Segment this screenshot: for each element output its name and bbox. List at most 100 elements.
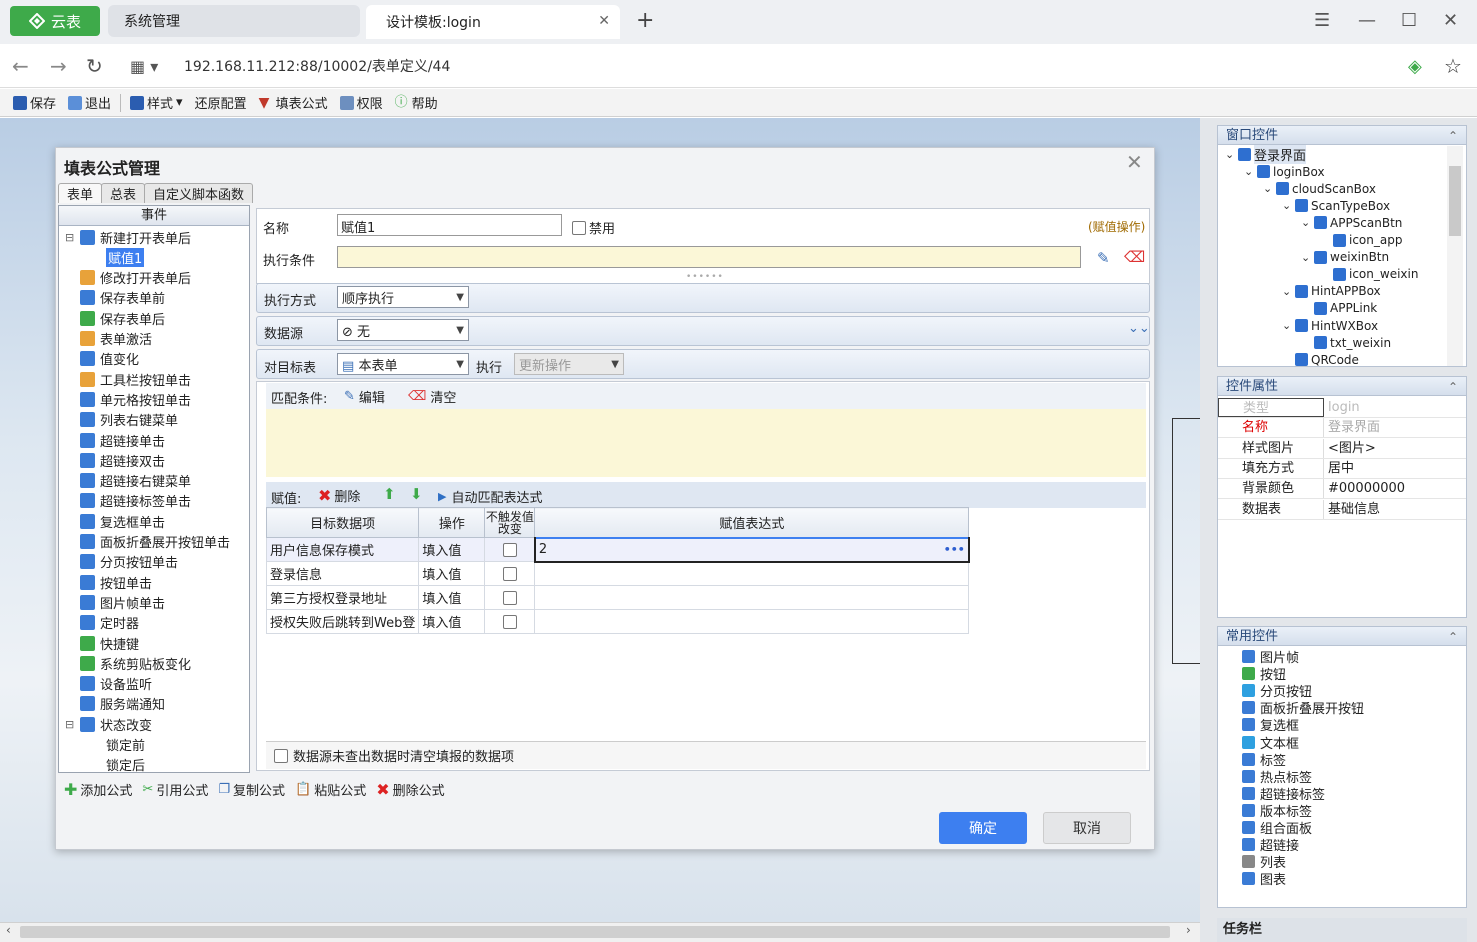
disable-checkbox[interactable]: 禁用 — [572, 218, 615, 237]
tab-custom-script[interactable]: 自定义脚本函数 — [144, 183, 254, 203]
event-item[interactable]: 定时器 — [80, 613, 139, 633]
reference-formula-button[interactable]: ✂ 引用公式 — [142, 780, 208, 799]
property-row[interactable]: 填充方式 居中 — [1218, 458, 1466, 479]
target-item-cell[interactable]: 用户信息保存模式 — [265, 537, 420, 562]
tree-node[interactable]: ⌄ HintAPPBox — [1282, 283, 1381, 300]
tree-node[interactable]: ⌄ 登录界面 — [1225, 145, 1307, 164]
event-item[interactable]: 面板折叠展开按钮单击 — [80, 532, 230, 552]
extension-icon[interactable]: ◈ — [1408, 56, 1422, 77]
style-button[interactable]: 样式 ▾ — [125, 93, 188, 112]
tab-close-icon[interactable]: ✕ — [598, 13, 610, 29]
common-control-item[interactable]: 复选框 — [1242, 716, 1299, 734]
scrollbar-thumb[interactable] — [20, 926, 1170, 938]
match-edit-button[interactable]: ✎ 编辑 — [344, 387, 385, 406]
tree-node[interactable]: icon_app — [1320, 232, 1402, 249]
tree-node[interactable]: ⌄ HintWXBox — [1282, 317, 1378, 334]
event-item[interactable]: 超链接双击 — [80, 450, 165, 470]
event-item[interactable]: 保存表单后 — [80, 308, 165, 328]
save-button[interactable]: 保存 — [8, 93, 61, 112]
table-row[interactable]: 登录信息 填入值 — [265, 561, 970, 586]
property-row[interactable]: 样式图片 <图片> — [1218, 438, 1466, 459]
event-item[interactable]: ⊟ 状态改变 — [65, 714, 152, 734]
collapse-icon[interactable]: ⌃ — [1448, 377, 1458, 397]
datasource-select[interactable]: ⊘ 无 ▼ — [337, 319, 469, 341]
common-control-item[interactable]: 按钮 — [1242, 665, 1286, 683]
common-control-item[interactable]: 热点标签 — [1242, 768, 1312, 786]
no-trigger-checkbox[interactable] — [502, 542, 517, 557]
event-item[interactable]: 复选框单击 — [80, 511, 165, 531]
url-text[interactable]: 192.168.11.212:88/10002/表单定义/44 — [184, 56, 450, 76]
expression-cell[interactable]: 2 ••• — [533, 536, 970, 563]
tree-node[interactable]: ⌄ cloudScanBox — [1263, 180, 1376, 197]
table-row[interactable]: 第三方授权登录地址 填入值 — [265, 585, 970, 610]
scroll-right-icon[interactable]: › — [1186, 923, 1191, 937]
common-control-item[interactable]: 图片帧 — [1242, 648, 1299, 666]
target-item-cell[interactable]: 授权失败后跳转到Web登 — [265, 609, 420, 634]
col-target-item[interactable]: 目标数据项 — [265, 507, 420, 538]
event-item[interactable]: ⊟ 新建打开表单后 — [65, 227, 191, 247]
assign-delete-button[interactable]: ✖ 删除 — [318, 486, 360, 505]
exit-button[interactable]: 退出 — [63, 93, 116, 112]
no-trigger-checkbox[interactable] — [502, 590, 517, 605]
collapse-toggle-icon[interactable]: ⊟ — [65, 718, 74, 731]
property-row[interactable]: 类型 login — [1218, 398, 1466, 418]
tree-node[interactable]: APPLink — [1301, 300, 1377, 317]
dialog-close-icon[interactable]: ✕ — [1126, 150, 1143, 174]
col-operation[interactable]: 操作 — [418, 507, 486, 538]
back-icon[interactable]: ← — [12, 54, 29, 78]
tree-scrollbar-thumb[interactable] — [1449, 166, 1461, 236]
event-item[interactable]: 按钮单击 — [80, 572, 152, 592]
event-item[interactable]: 表单激活 — [80, 329, 152, 349]
window-controls-header[interactable]: 窗口控件 ⌃ — [1217, 125, 1467, 145]
col-no-trigger[interactable]: 不触发值改变 — [484, 507, 536, 538]
property-value[interactable]: <图片> — [1324, 439, 1376, 458]
event-item[interactable]: 工具栏按钮单击 — [80, 369, 191, 389]
event-item[interactable]: 超链接右键菜单 — [80, 471, 191, 491]
move-up-icon[interactable]: ⬆ — [383, 485, 396, 503]
common-control-item[interactable]: 组合面板 — [1242, 819, 1312, 837]
common-controls-header[interactable]: 常用控件 ⌃ — [1217, 626, 1467, 646]
condition-input[interactable] — [337, 246, 1081, 268]
no-trigger-checkbox[interactable] — [502, 614, 517, 629]
forward-icon[interactable]: → — [50, 54, 67, 78]
minimize-icon[interactable]: — — [1358, 10, 1376, 31]
browser-tab-design[interactable]: 设计模板:login ✕ — [366, 5, 620, 39]
target-item-cell[interactable]: 登录信息 — [265, 561, 420, 586]
chevron-down-icon[interactable]: ⌄ — [1244, 165, 1254, 178]
delete-formula-button[interactable]: ✖ 删除公式 — [376, 780, 444, 799]
property-row[interactable]: 背景颜色 #00000000 — [1218, 479, 1466, 500]
browser-tab-system[interactable]: 系统管理 — [108, 5, 360, 37]
event-item[interactable]: 锁定后 — [106, 755, 145, 775]
event-item[interactable]: 系统剪贴板变化 — [80, 653, 191, 673]
expand-double-chevron-icon[interactable]: ⌄⌄ — [1128, 321, 1150, 336]
target-item-cell[interactable]: 第三方授权登录地址 — [265, 585, 420, 610]
menu-icon[interactable]: ☰ — [1314, 10, 1330, 31]
common-control-item[interactable]: 分页按钮 — [1242, 682, 1312, 700]
collapse-icon[interactable]: ⌃ — [1448, 627, 1458, 647]
event-item[interactable]: 列表右键菜单 — [80, 410, 178, 430]
common-control-item[interactable]: 文本框 — [1242, 734, 1299, 752]
tree-node[interactable]: ⌄ weixinBtn — [1301, 249, 1389, 266]
common-control-item[interactable]: 超链接 — [1242, 836, 1299, 854]
no-trigger-cell[interactable] — [484, 537, 536, 562]
no-trigger-cell[interactable] — [484, 585, 536, 610]
event-item[interactable]: 设备监听 — [80, 674, 152, 694]
move-down-icon[interactable]: ⬇ — [410, 485, 423, 503]
event-item[interactable]: 单元格按钮单击 — [80, 389, 191, 409]
reload-icon[interactable]: ↻ — [86, 54, 103, 78]
common-control-item[interactable]: 列表 — [1242, 853, 1286, 871]
event-item[interactable]: 保存表单前 — [80, 288, 165, 308]
fill-formula-button[interactable]: ▼ 填表公式 — [254, 93, 333, 113]
ok-button[interactable]: 确定 — [939, 812, 1027, 844]
common-control-item[interactable]: 图表 — [1242, 870, 1286, 888]
table-row[interactable]: 用户信息保存模式 填入值 2 ••• — [265, 536, 970, 563]
expression-cell[interactable] — [534, 585, 970, 610]
operation-cell[interactable]: 填入值 — [418, 561, 486, 586]
tree-node[interactable]: ⌄ ScanTypeBox — [1282, 197, 1390, 214]
property-row[interactable]: 名称 登录界面 — [1218, 418, 1466, 439]
event-item[interactable]: 超链接标签单击 — [80, 491, 191, 511]
chevron-down-icon[interactable]: ⌄ — [1282, 285, 1292, 298]
tree-node[interactable]: ⌄ APPScanBtn — [1301, 214, 1402, 231]
chevron-down-icon[interactable]: ⌄ — [1225, 148, 1235, 161]
help-button[interactable]: ⓘ 帮助 — [390, 93, 443, 112]
